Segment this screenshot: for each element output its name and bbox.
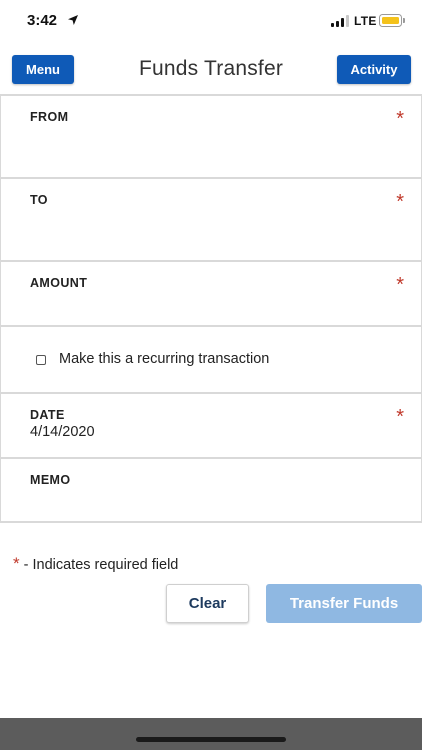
to-label: TO xyxy=(30,193,48,207)
status-bar: 3:42 LTE xyxy=(0,0,422,42)
transfer-funds-button[interactable]: Transfer Funds xyxy=(266,584,422,623)
date-value: 4/14/2020 xyxy=(30,424,95,440)
activity-button[interactable]: Activity xyxy=(337,55,411,84)
home-indicator[interactable] xyxy=(136,737,286,742)
required-indicator: * xyxy=(396,108,404,130)
date-label: DATE xyxy=(30,408,65,422)
required-note-star: * xyxy=(13,554,20,573)
transfer-form: FROM * TO * AMOUNT * Make this a recurri… xyxy=(0,94,422,523)
to-field[interactable]: TO * xyxy=(0,179,422,262)
from-field[interactable]: FROM * xyxy=(0,96,422,179)
menu-button[interactable]: Menu xyxy=(12,55,74,84)
status-time: 3:42 xyxy=(27,12,58,29)
required-note: * - Indicates required field xyxy=(13,554,178,574)
amount-field[interactable]: AMOUNT * xyxy=(0,262,422,327)
memo-field[interactable]: MEMO xyxy=(0,459,422,523)
recurring-row: Make this a recurring transaction xyxy=(0,327,422,394)
date-field[interactable]: DATE * 4/14/2020 xyxy=(0,394,422,459)
battery-icon xyxy=(379,14,405,27)
amount-label: AMOUNT xyxy=(30,276,88,290)
location-arrow-icon xyxy=(68,15,78,25)
recurring-checkbox[interactable] xyxy=(36,355,46,365)
required-indicator: * xyxy=(396,191,404,213)
memo-label: MEMO xyxy=(30,473,71,487)
required-note-text: - Indicates required field xyxy=(23,557,179,573)
app-header: Menu Funds Transfer Activity xyxy=(0,42,422,94)
cellular-signal-icon xyxy=(331,15,349,27)
from-label: FROM xyxy=(30,110,69,124)
recurring-label[interactable]: Make this a recurring transaction xyxy=(59,351,269,367)
network-type: LTE xyxy=(354,14,377,28)
required-indicator: * xyxy=(396,406,404,428)
page-title: Funds Transfer xyxy=(138,57,284,80)
bottom-bar xyxy=(0,718,422,750)
clear-button[interactable]: Clear xyxy=(166,584,249,623)
required-indicator: * xyxy=(396,274,404,296)
